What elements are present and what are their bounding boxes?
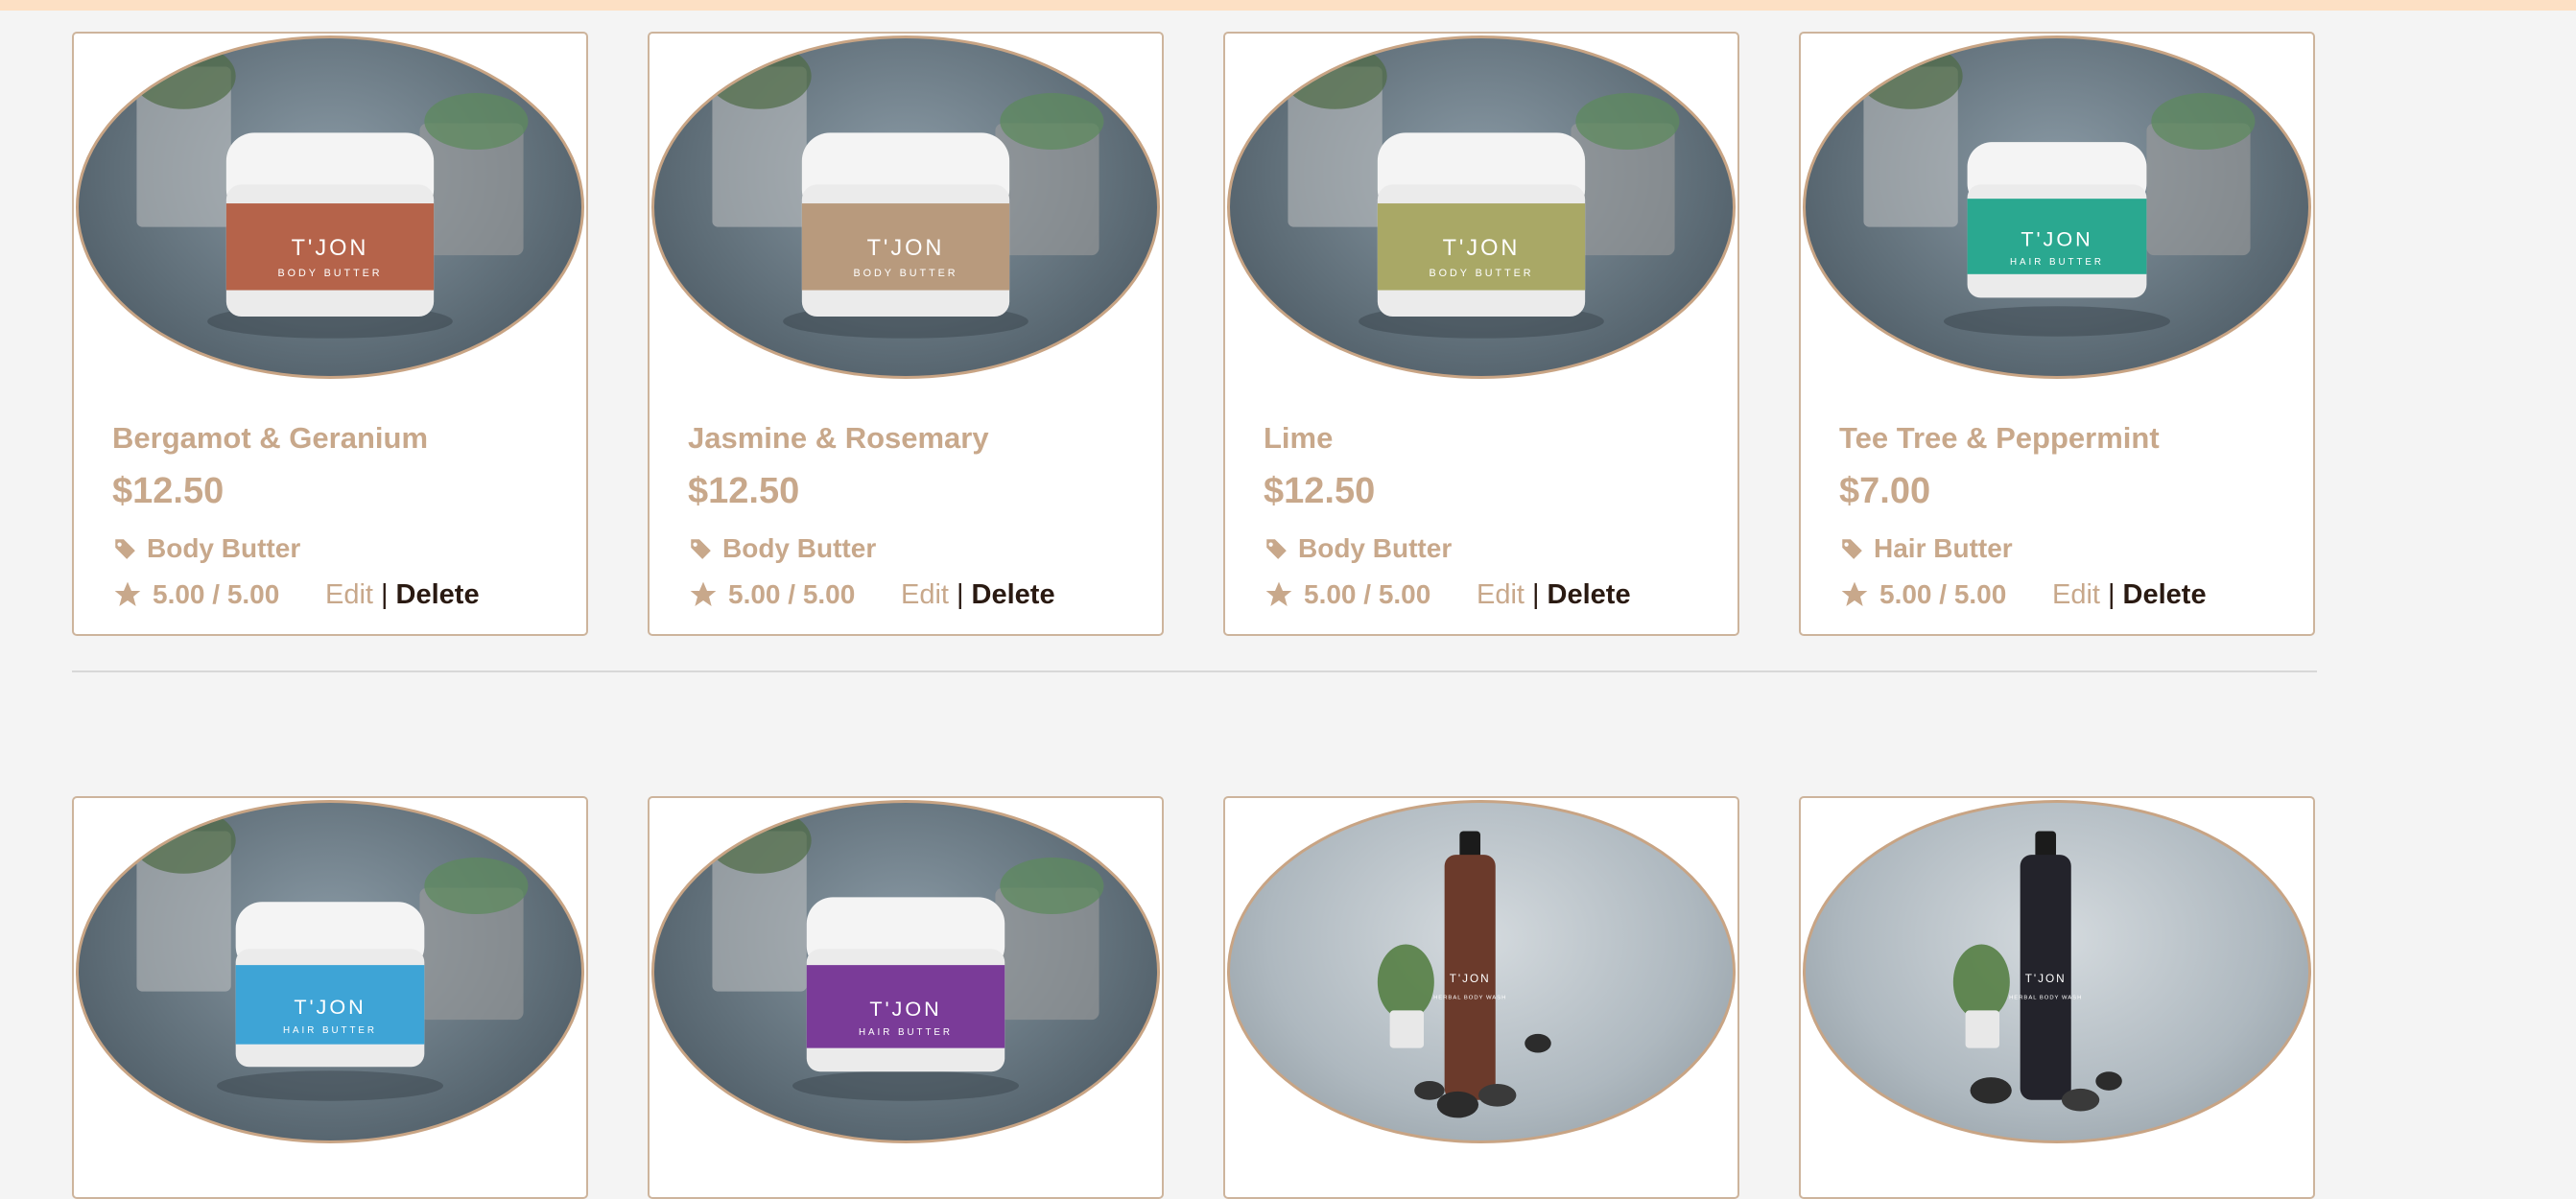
star-icon [690, 581, 717, 606]
product-price: $7.00 [1839, 471, 1931, 511]
rating-value: 5.00 / 5.00 [728, 579, 856, 609]
svg-text:HAIR BUTTER: HAIR BUTTER [2010, 257, 2104, 268]
product-card[interactable]: T'JON HERBAL BODY WASH [1223, 796, 1739, 1199]
svg-text:T'JON: T'JON [2025, 973, 2067, 985]
product-image[interactable]: T'JON HAIR BUTTER [651, 800, 1160, 1143]
product-category: Body Butter [688, 533, 876, 564]
edit-link[interactable]: Edit [1477, 579, 1524, 611]
action-separator: | [956, 579, 964, 610]
svg-text:HAIR BUTTER: HAIR BUTTER [859, 1027, 953, 1038]
product-image[interactable]: T'JON HERBAL BODY WASH [1803, 800, 2311, 1143]
product-rating: 5.00 / 5.00 [1839, 579, 2006, 610]
category-label[interactable]: Body Butter [147, 533, 300, 564]
product-title[interactable]: Bergamot & Geranium [112, 421, 428, 456]
svg-text:T'JON: T'JON [2021, 226, 2092, 250]
product-title[interactable]: Jasmine & Rosemary [688, 421, 989, 456]
edit-link[interactable]: Edit [901, 579, 949, 611]
product-rating: 5.00 / 5.00 [1264, 579, 1430, 610]
bottle-illustration: T'JON HERBAL BODY WASH [1952, 831, 2122, 1112]
product-rating: 5.00 / 5.00 [688, 579, 855, 610]
delete-link[interactable]: Delete [1548, 579, 1631, 611]
svg-text:BODY BUTTER: BODY BUTTER [1429, 268, 1533, 279]
product-actions: Edit | Delete [325, 579, 480, 611]
star-icon [1265, 581, 1292, 606]
rating-value: 5.00 / 5.00 [1879, 579, 2007, 609]
product-card[interactable]: T'JON BODY BUTTER Bergamot & Geranium $1… [72, 32, 588, 636]
jar-illustration: T'JON BODY BUTTER [131, 42, 529, 339]
action-separator: | [1531, 579, 1540, 610]
row-divider [72, 670, 2317, 672]
action-separator: | [380, 579, 389, 610]
product-image[interactable]: T'JON HERBAL BODY WASH [1227, 800, 1736, 1143]
rating-value: 5.00 / 5.00 [153, 579, 280, 609]
svg-text:HERBAL BODY WASH: HERBAL BODY WASH [2009, 996, 2082, 1001]
tag-icon [690, 539, 711, 559]
action-separator: | [2107, 579, 2115, 610]
jar-illustration: T'JON BODY BUTTER [1283, 42, 1680, 339]
product-actions: Edit | Delete [1477, 579, 1631, 611]
jar-illustration: T'JON HAIR BUTTER [1858, 42, 2256, 337]
svg-text:HAIR BUTTER: HAIR BUTTER [283, 1025, 377, 1036]
delete-link[interactable]: Delete [972, 579, 1055, 611]
product-card[interactable]: T'JON HERBAL BODY WASH [1799, 796, 2315, 1199]
product-card[interactable]: T'JON HAIR BUTTER Tee Tree & Peppermint … [1799, 32, 2315, 636]
tag-icon [1265, 539, 1287, 559]
product-card[interactable]: T'JON HAIR BUTTER [72, 796, 588, 1199]
top-accent-bar [0, 0, 2576, 11]
product-category: Hair Butter [1839, 533, 2013, 564]
delete-link[interactable]: Delete [396, 579, 480, 611]
edit-link[interactable]: Edit [325, 579, 373, 611]
product-image[interactable]: T'JON HAIR BUTTER [76, 800, 584, 1143]
product-category: Body Butter [1264, 533, 1452, 564]
rating-value: 5.00 / 5.00 [1304, 579, 1431, 609]
svg-text:T'JON: T'JON [869, 997, 941, 1021]
product-image[interactable]: T'JON BODY BUTTER [76, 35, 584, 379]
product-price: $12.50 [112, 471, 225, 511]
product-title[interactable]: Lime [1264, 421, 1333, 456]
tag-icon [1841, 539, 1862, 559]
tag-icon [114, 539, 135, 559]
product-actions: Edit | Delete [901, 579, 1055, 611]
product-category: Body Butter [112, 533, 300, 564]
svg-text:T'JON: T'JON [292, 235, 369, 260]
product-title[interactable]: Tee Tree & Peppermint [1839, 421, 2160, 456]
category-label[interactable]: Hair Butter [1874, 533, 2013, 564]
product-image[interactable]: T'JON BODY BUTTER [1227, 35, 1736, 379]
star-icon [114, 581, 141, 606]
svg-text:BODY BUTTER: BODY BUTTER [277, 268, 382, 279]
bottle-illustration: T'JON HERBAL BODY WASH [1377, 831, 1551, 1118]
svg-text:T'JON: T'JON [294, 995, 366, 1019]
delete-link[interactable]: Delete [2123, 579, 2207, 611]
svg-text:T'JON: T'JON [867, 235, 945, 260]
product-image[interactable]: T'JON HAIR BUTTER [1803, 35, 2311, 379]
product-actions: Edit | Delete [2052, 579, 2207, 611]
edit-link[interactable]: Edit [2052, 579, 2100, 611]
product-price: $12.50 [688, 471, 800, 511]
jar-illustration: T'JON HAIR BUTTER [707, 807, 1104, 1101]
star-icon [1841, 581, 1868, 606]
svg-text:T'JON: T'JON [1443, 235, 1521, 260]
product-rating: 5.00 / 5.00 [112, 579, 279, 610]
svg-text:HERBAL BODY WASH: HERBAL BODY WASH [1433, 996, 1506, 1001]
jar-illustration: T'JON BODY BUTTER [707, 42, 1104, 339]
category-label[interactable]: Body Butter [1298, 533, 1452, 564]
svg-text:BODY BUTTER: BODY BUTTER [853, 268, 957, 279]
product-card[interactable]: T'JON BODY BUTTER Jasmine & Rosemary $12… [648, 32, 1164, 636]
category-label[interactable]: Body Butter [722, 533, 876, 564]
product-card[interactable]: T'JON HAIR BUTTER [648, 796, 1164, 1199]
svg-text:T'JON: T'JON [1450, 973, 1491, 985]
product-card[interactable]: T'JON BODY BUTTER Lime $12.50 Body Butte… [1223, 32, 1739, 636]
jar-illustration: T'JON HAIR BUTTER [131, 807, 529, 1101]
product-price: $12.50 [1264, 471, 1376, 511]
product-image[interactable]: T'JON BODY BUTTER [651, 35, 1160, 379]
